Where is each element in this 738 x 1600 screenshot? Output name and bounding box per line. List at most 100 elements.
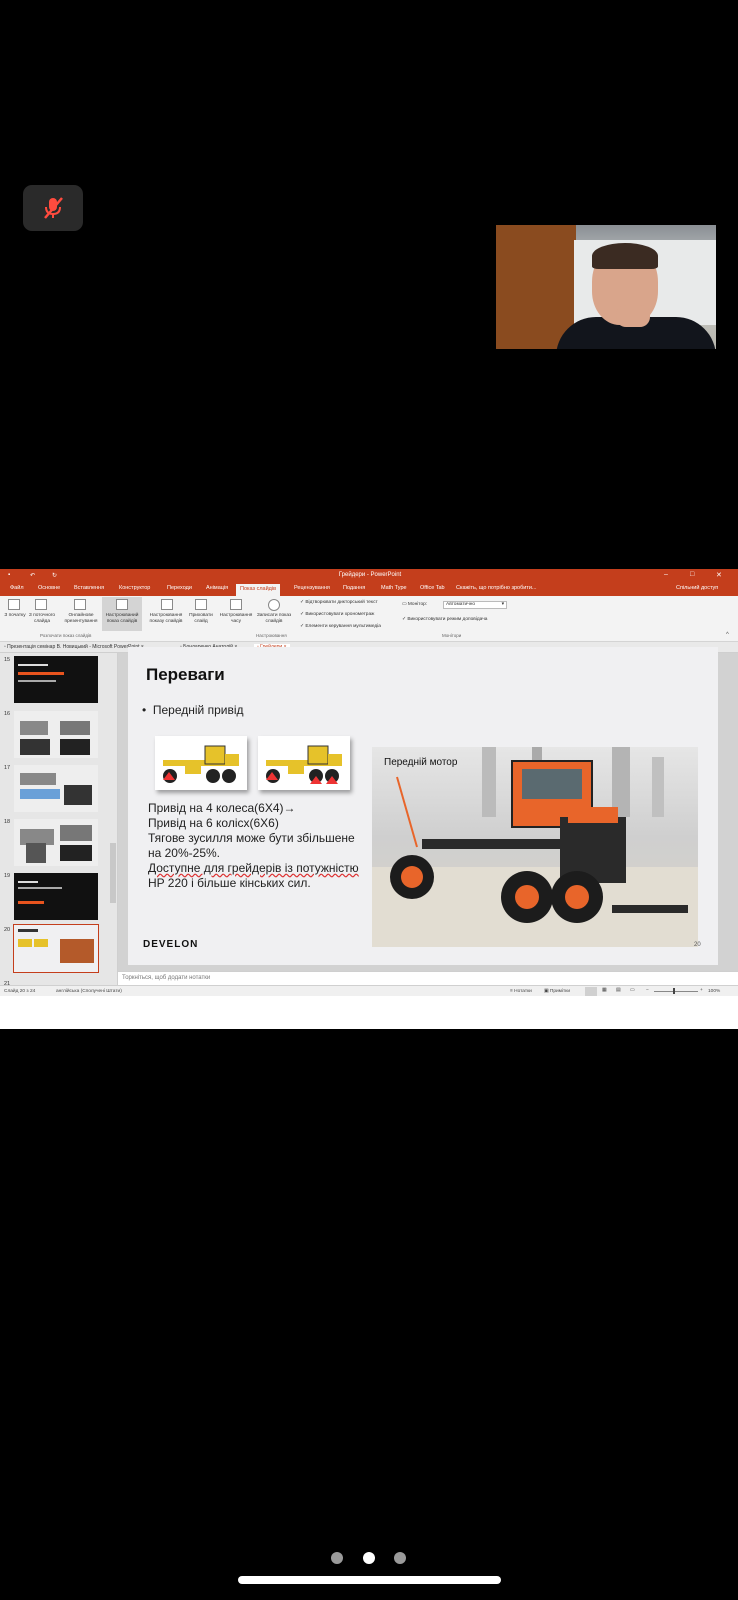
tab-officetab[interactable]: Office Tab [420, 585, 445, 591]
redo-icon[interactable]: ↻ [52, 572, 57, 579]
normal-view-icon[interactable] [585, 987, 597, 996]
slide-thumbnail[interactable] [14, 711, 98, 758]
notes-placeholder: Торкніться, щоб додати нотатки [122, 975, 211, 981]
body-line: Привід на 6 колісх(6Х6) [148, 816, 279, 830]
page-dot[interactable] [331, 1552, 343, 1564]
language-indicator[interactable]: англійська (Сполучені Штати) [56, 989, 122, 994]
save-icon[interactable]: ▪ [8, 572, 10, 578]
notes-button[interactable]: ≡ Нотатки [510, 989, 532, 994]
collapse-ribbon-icon[interactable]: ^ [726, 632, 729, 638]
notes-pane[interactable]: Торкніться, щоб додати нотатки [118, 971, 738, 985]
tell-me-search[interactable]: Скажіть, що потрібно зробити... [456, 585, 536, 591]
slideshow-view-icon[interactable]: ▭ [630, 988, 635, 993]
record-icon [268, 599, 280, 611]
grader-6x6-image [258, 736, 350, 790]
comments-button[interactable]: ▣ Примітки [544, 989, 570, 994]
slide-thumbnail-selected[interactable] [13, 924, 99, 973]
slide-thumbnail[interactable] [14, 656, 98, 703]
undo-icon[interactable]: ↶ [30, 572, 35, 579]
tab-design[interactable]: Конструктор [119, 585, 150, 591]
slide-number: 20 [694, 942, 701, 948]
slide-thumbnail[interactable] [14, 819, 98, 866]
doc-tab-seminar-label: Презентація семінар В. Новицький - Micro… [7, 644, 140, 650]
thumb-number: 19 [4, 873, 11, 879]
slide-thumbnails-pane[interactable]: 15 16 17 18 19 20 21 [0, 653, 118, 987]
slide-sorter-icon[interactable]: ▦ [602, 988, 607, 993]
hide-slide-button[interactable]: Приховати слайд [186, 613, 216, 625]
thumb-number: 15 [4, 657, 11, 663]
record-show-button[interactable]: Записати показ слайдів [254, 613, 294, 625]
reading-view-icon[interactable]: ▤ [616, 988, 621, 993]
doc-tab-seminar[interactable]: ▫ Презентація семінар В. Новицький - Mic… [4, 644, 144, 650]
tab-transitions[interactable]: Переходи [167, 585, 192, 591]
play-current-icon [35, 599, 47, 610]
tab-review[interactable]: Рецензування [294, 585, 330, 591]
zoom-out-icon[interactable]: − [646, 988, 649, 993]
thumb-number: 20 [4, 927, 11, 933]
group-start-label: Розпочати показ слайдів [40, 633, 92, 638]
setup-show-icon [161, 599, 173, 610]
page-dot-active[interactable] [363, 1552, 375, 1564]
group-setup-label: Настроювання [256, 633, 287, 638]
photo-label: Передній мотор [384, 757, 458, 768]
zoom-in-icon[interactable]: + [700, 988, 703, 993]
thumb-number: 18 [4, 819, 11, 825]
media-controls-checkbox[interactable]: ✓ Елементи керування мультимедіа [300, 624, 381, 629]
tab-view[interactable]: Подання [343, 585, 365, 591]
slide-thumbnail[interactable] [14, 873, 98, 920]
slide-title: Переваги [146, 665, 225, 684]
tab-insert[interactable]: Вставлення [74, 585, 104, 591]
tab-slideshow[interactable]: Показ слайдів [236, 584, 281, 596]
tab-home[interactable]: Основне [38, 585, 60, 591]
body-line: HP 220 і більше кінських сил. [148, 876, 311, 890]
mute-toggle-button[interactable] [23, 185, 83, 231]
slide-bullet: • Передній привід [142, 703, 244, 717]
custom-show-icon [116, 599, 128, 610]
close-icon[interactable]: ✕ [716, 571, 722, 579]
from-current-button[interactable]: З поточного слайда [28, 613, 56, 625]
online-present-icon [74, 599, 86, 610]
maximize-icon[interactable]: □ [690, 571, 694, 578]
custom-show-button[interactable]: Настроюваний показ слайдів [102, 613, 142, 625]
body-line: Привід на 4 колеса(6X4)→ [148, 801, 296, 815]
slide-counter: Слайд 20 з 24 [4, 989, 36, 994]
zoom-slider[interactable] [654, 991, 698, 992]
status-bar: Слайд 20 з 24 англійська (Сполучені Штат… [0, 985, 738, 996]
media-controls-label: Елементи керування мультимедіа [305, 624, 381, 629]
home-indicator[interactable] [238, 1576, 501, 1584]
play-narrations-checkbox[interactable]: ✓ Відтворювати дикторський текст [300, 600, 378, 605]
grader-photo: Передній мотор [372, 747, 698, 947]
setup-show-button[interactable]: Настроювання показу слайдів [146, 613, 186, 625]
tab-file[interactable]: Файл [10, 585, 24, 591]
ribbon: З початку З поточного слайда Онлайнове п… [0, 596, 738, 642]
thumbnail-scrollbar[interactable] [110, 843, 116, 903]
body-line: на 20%-25%. [148, 846, 220, 860]
from-start-button[interactable]: З початку [2, 613, 28, 619]
minimize-icon[interactable]: – [664, 571, 668, 578]
monitor-select[interactable]: Автоматично ▾ [443, 601, 507, 609]
body-line: Тягове зусилля може бути збільшене [148, 831, 355, 845]
rehearse-timings-button[interactable]: Настроювання часу [216, 613, 256, 625]
presenter-view-checkbox[interactable]: ✓ Використовувати режим доповідача [402, 617, 487, 622]
slide-bullet-text: Передній привід [152, 703, 244, 717]
brand-logo: DEVELON [143, 939, 199, 950]
grader-6x4-image [155, 736, 247, 790]
body-line: Доступне для грейдерів із потужністю [148, 861, 359, 875]
play-narrations-label: Відтворювати дикторський текст [305, 600, 378, 605]
use-timings-checkbox[interactable]: ✓ Використовувати хронометраж [300, 612, 374, 617]
comments-button-label: Примітки [549, 989, 571, 994]
use-timings-label: Використовувати хронометраж [305, 612, 375, 617]
present-online-button[interactable]: Онлайнове презентування [62, 613, 100, 625]
group-monitors-label: Монітори [442, 633, 462, 638]
slide-thumbnail[interactable] [14, 765, 98, 812]
share-button[interactable]: Спільний доступ [676, 585, 718, 591]
zoom-slider-thumb[interactable] [673, 988, 675, 994]
hide-slide-icon [195, 599, 207, 610]
slide-canvas[interactable]: Переваги • Передній привід Привід на 4 к… [128, 647, 718, 965]
tab-mathtype[interactable]: Math Type [381, 585, 407, 591]
page-dot[interactable] [394, 1552, 406, 1564]
monitor-label-text: Монітор: [407, 602, 428, 607]
zoom-level[interactable]: 100% [708, 989, 720, 994]
tab-animations[interactable]: Анімація [206, 585, 228, 591]
monitor-select-value: Автоматично [446, 602, 476, 607]
